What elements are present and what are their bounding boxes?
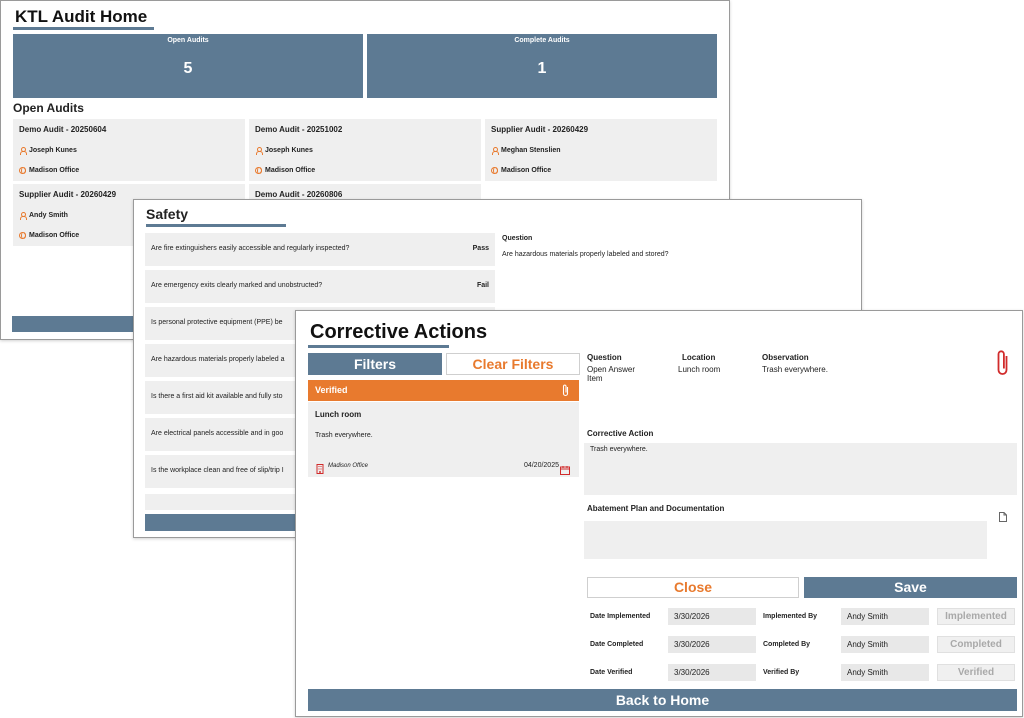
complete-audits-tile[interactable]: Complete Audits 1 (367, 34, 717, 98)
completed-by-label: Completed By (763, 641, 811, 648)
person-icon (491, 147, 499, 155)
open-audits-tile[interactable]: Open Audits 5 (13, 34, 363, 98)
question-detail-text: Are hazardous materials properly labeled… (502, 251, 669, 258)
abatement-label: Abatement Plan and Documentation (587, 504, 725, 513)
person-icon (19, 212, 27, 220)
completed-by-field[interactable]: Andy Smith (841, 636, 929, 653)
paperclip-icon[interactable] (561, 383, 570, 399)
audit-office: Madison Office (501, 167, 552, 174)
corrective-action-label: Corrective Action (587, 429, 654, 438)
page-title: Corrective Actions (310, 321, 488, 343)
audit-office: Madison Office (29, 167, 80, 174)
person-icon (255, 147, 263, 155)
observation-header: Observation (762, 353, 809, 362)
section-title: Safety (146, 206, 189, 222)
question-text: Are electrical panels accessible and in … (151, 430, 284, 437)
audit-card[interactable]: Supplier Audit - 20260429 Meghan Stensli… (485, 119, 717, 181)
status-header-verified[interactable]: Verified (308, 380, 579, 401)
question-text: Are fire extinguishers easily accessible… (151, 245, 350, 252)
question-value: Open Answer Item (587, 365, 636, 383)
audit-office: Madison Office (265, 167, 316, 174)
corrective-actions-window: Corrective Actions Filters Clear Filters… (295, 310, 1023, 717)
save-button[interactable]: Save (804, 577, 1017, 598)
verified-by-field[interactable]: Andy Smith (841, 664, 929, 681)
safety-bottom-button[interactable] (145, 514, 300, 531)
audit-office: Madison Office (29, 232, 80, 239)
answer-text: Fail (476, 282, 489, 289)
audit-person: Joseph Kunes (265, 147, 313, 154)
completed-button[interactable]: Completed (937, 636, 1015, 653)
filters-button[interactable]: Filters (308, 353, 442, 375)
building-icon (316, 461, 324, 479)
question-row[interactable]: Are emergency exits clearly marked and u… (145, 270, 495, 303)
stat-label: Open Audits (167, 37, 209, 44)
date-implemented-field[interactable]: 3/30/2026 (668, 608, 756, 625)
item-observation: Trash everywhere. (315, 432, 373, 439)
page-title: KTL Audit Home (15, 7, 148, 26)
item-location: Lunch room (315, 410, 362, 419)
calendar-icon (560, 462, 570, 480)
document-icon[interactable] (999, 509, 1007, 527)
location-header: Location (682, 353, 716, 362)
answer-text: Pass (472, 245, 489, 252)
audit-card[interactable]: Demo Audit - 20250604 Joseph Kunes Madis… (13, 119, 245, 181)
question-row[interactable]: Are fire extinguishers easily accessible… (145, 233, 495, 266)
back-to-home-button[interactable]: Back to Home (308, 689, 1017, 711)
globe-icon (19, 232, 26, 239)
person-icon (19, 147, 27, 155)
audit-person: Meghan Stenslien (501, 147, 561, 154)
location-value: Lunch room (678, 365, 721, 374)
date-completed-field[interactable]: 3/30/2026 (668, 636, 756, 653)
implemented-by-field[interactable]: Andy Smith (841, 608, 929, 625)
clear-filters-button[interactable]: Clear Filters (446, 353, 580, 375)
question-header: Question (587, 353, 622, 362)
question-header: Question (502, 235, 533, 242)
globe-icon (491, 167, 498, 174)
audit-person: Joseph Kunes (29, 147, 77, 154)
close-button[interactable]: Close (587, 577, 799, 598)
date-implemented-label: Date Implemented (590, 613, 651, 620)
stat-label: Complete Audits (514, 37, 570, 44)
stat-value: 1 (537, 60, 547, 77)
date-verified-field[interactable]: 3/30/2026 (668, 664, 756, 681)
implemented-button[interactable]: Implemented (937, 608, 1015, 625)
observation-value: Trash everywhere. (762, 365, 828, 374)
title-underline (146, 224, 286, 227)
question-text: Are hazardous materials properly labeled… (151, 356, 285, 363)
paperclip-icon[interactable] (996, 349, 1010, 382)
audit-title: Supplier Audit - 20260429 (491, 125, 589, 134)
item-date: 04/20/2025 (523, 462, 559, 469)
status-label: Verified (315, 385, 348, 395)
question-text: Is personal protective equipment (PPE) b… (151, 319, 283, 326)
title-underline (308, 345, 449, 348)
globe-icon (19, 167, 26, 174)
title-underline (13, 27, 154, 30)
stat-value: 5 (183, 60, 193, 77)
implemented-by-label: Implemented By (763, 613, 818, 620)
question-text: Are emergency exits clearly marked and u… (151, 282, 323, 289)
corrective-action-field[interactable]: Trash everywhere. (584, 443, 1017, 495)
audit-person: Andy Smith (29, 212, 68, 219)
audit-title: Demo Audit - 20260806 (255, 190, 343, 199)
audit-title: Supplier Audit - 20260429 (19, 190, 117, 199)
globe-icon (255, 167, 262, 174)
item-office: Madison Office (328, 463, 369, 469)
audit-card[interactable]: Demo Audit - 20251002 Joseph Kunes Madis… (249, 119, 481, 181)
date-verified-label: Date Verified (590, 669, 633, 676)
abatement-field[interactable] (584, 521, 987, 559)
verified-by-label: Verified By (763, 669, 800, 676)
date-completed-label: Date Completed (590, 641, 644, 648)
section-title: Open Audits (13, 101, 84, 115)
audit-title: Demo Audit - 20250604 (19, 125, 107, 134)
question-text: Is the workplace clean and free of slip/… (151, 467, 284, 474)
home-bottom-button[interactable] (12, 316, 142, 332)
corrective-action-card[interactable]: Lunch room Trash everywhere. Madison Off… (308, 402, 579, 477)
audit-title: Demo Audit - 20251002 (255, 125, 343, 134)
verified-button[interactable]: Verified (937, 664, 1015, 681)
question-text: Is there a first aid kit available and f… (151, 393, 283, 400)
